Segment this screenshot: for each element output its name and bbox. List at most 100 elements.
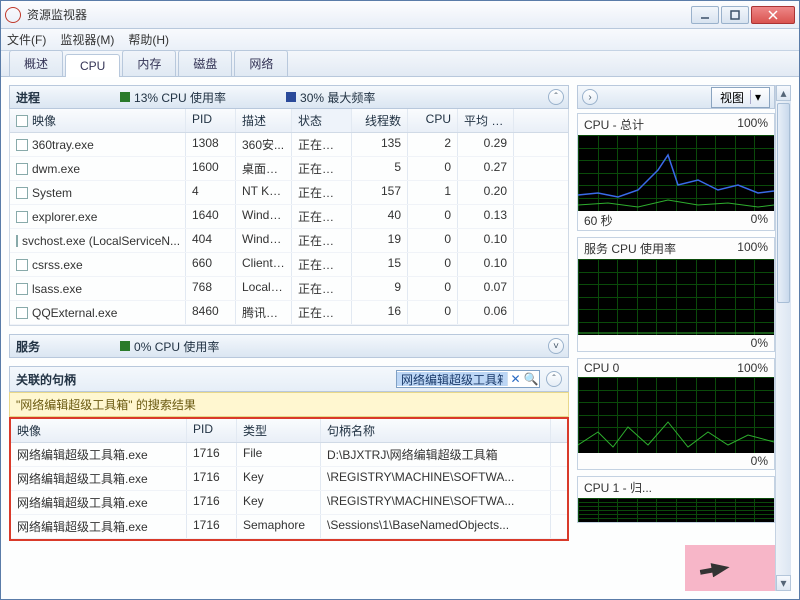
menu-file[interactable]: 文件(F) bbox=[7, 31, 46, 48]
hcol-type[interactable]: 类型 bbox=[237, 419, 321, 442]
table-row[interactable]: 360tray.exe1308360安...正在运行13520.29 bbox=[10, 133, 568, 157]
services-cpu-label: 0% CPU 使用率 bbox=[134, 338, 219, 355]
row-checkbox[interactable] bbox=[16, 187, 28, 199]
col-pid[interactable]: PID bbox=[186, 109, 236, 132]
cpu-chart: CPU 0 100% 0% bbox=[577, 358, 775, 470]
col-status[interactable]: 状态 bbox=[292, 109, 352, 132]
table-row[interactable]: 网络编辑超级工具箱.exe1716Semaphore\Sessions\1\Ba… bbox=[11, 515, 567, 539]
table-row[interactable]: dwm.exe1600桌面窗...正在运行500.27 bbox=[10, 157, 568, 181]
row-checkbox[interactable] bbox=[16, 307, 28, 319]
processes-collapse-button[interactable]: ˆ bbox=[548, 89, 564, 105]
watermark bbox=[685, 545, 775, 591]
handles-searchbox: ✕ 🔍 bbox=[396, 370, 540, 388]
view-button[interactable]: 视图 ▾ bbox=[711, 87, 770, 108]
chart-foot-left: 60 秒 bbox=[584, 212, 613, 229]
scroll-up-button[interactable]: ▴ bbox=[776, 85, 791, 101]
hcol-image[interactable]: 映像 bbox=[11, 419, 187, 442]
table-row[interactable]: 网络编辑超级工具箱.exe1716Key\REGISTRY\MACHINE\SO… bbox=[11, 491, 567, 515]
highlighted-results: 映像 PID 类型 句柄名称 网络编辑超级工具箱.exe1716FileD:\B… bbox=[9, 417, 569, 541]
window-title: 资源监视器 bbox=[27, 6, 691, 23]
handles-section: 关联的句柄 ✕ 🔍 ˆ "网络编辑超级工具箱" 的搜索结果 映像 PID bbox=[9, 366, 569, 541]
hcol-name[interactable]: 句柄名称 bbox=[321, 419, 551, 442]
handles-search-input[interactable] bbox=[397, 372, 507, 386]
search-icon[interactable]: 🔍 bbox=[523, 372, 539, 386]
cpu-chart: CPU - 总计 100% 60 秒 0% bbox=[577, 113, 775, 231]
chart-title: CPU 1 - 归... bbox=[584, 479, 652, 496]
menu-monitor[interactable]: 监视器(M) bbox=[60, 31, 114, 48]
row-checkbox[interactable] bbox=[16, 163, 28, 175]
resource-monitor-window: 资源监视器 文件(F) 监视器(M) 帮助(H) 概述 CPU 内存 磁盘 网络… bbox=[0, 0, 800, 600]
col-threads[interactable]: 线程数 bbox=[352, 109, 408, 132]
cpu-usage-label: 13% CPU 使用率 bbox=[134, 89, 226, 106]
table-row[interactable]: lsass.exe768Local S...正在运行900.07 bbox=[10, 277, 568, 301]
right-collapse-button[interactable]: › bbox=[582, 89, 598, 105]
row-checkbox[interactable] bbox=[16, 259, 28, 271]
table-row[interactable]: svchost.exe (LocalServiceN...404Windo...… bbox=[10, 229, 568, 253]
menu-help[interactable]: 帮助(H) bbox=[128, 31, 169, 48]
chart-title: CPU 0 bbox=[584, 361, 619, 375]
select-all-checkbox[interactable] bbox=[16, 115, 28, 127]
chart-foot-right: 0% bbox=[751, 212, 768, 229]
chart-max: 100% bbox=[737, 116, 768, 133]
tab-overview[interactable]: 概述 bbox=[9, 50, 63, 76]
chart-foot-right: 0% bbox=[751, 454, 768, 468]
tabbar: 概述 CPU 内存 磁盘 网络 bbox=[1, 51, 799, 77]
tab-network[interactable]: 网络 bbox=[234, 50, 288, 76]
processes-table: 映像 PID 描述 状态 线程数 CPU 平均 C... 360tray.exe… bbox=[9, 109, 569, 326]
chart-title: 服务 CPU 使用率 bbox=[584, 240, 676, 257]
hcol-pid[interactable]: PID bbox=[187, 419, 237, 442]
minimize-button[interactable] bbox=[691, 6, 719, 24]
row-checkbox[interactable] bbox=[16, 139, 28, 151]
row-checkbox[interactable] bbox=[16, 235, 18, 247]
search-result-label: "网络编辑超级工具箱" 的搜索结果 bbox=[9, 392, 569, 417]
col-cpu[interactable]: CPU bbox=[408, 109, 458, 132]
handles-title: 关联的句柄 bbox=[16, 371, 76, 388]
freq-label: 30% 最大频率 bbox=[300, 89, 375, 106]
col-image[interactable]: 映像 bbox=[10, 109, 186, 132]
maximize-button[interactable] bbox=[721, 6, 749, 24]
scroll-thumb[interactable] bbox=[777, 103, 790, 303]
right-pane: › 视图 ▾ CPU - 总计 100% 60 秒 0% 服务 CPU 使用率 100% 0… bbox=[577, 85, 775, 591]
chart-title: CPU - 总计 bbox=[584, 116, 644, 133]
services-header[interactable]: 服务 0% CPU 使用率 ˅ bbox=[9, 334, 569, 358]
table-row[interactable]: System4NT Ker...正在运行15710.20 bbox=[10, 181, 568, 205]
right-scrollbar[interactable]: ▴ ▾ bbox=[775, 85, 791, 591]
table-row[interactable]: QQExternal.exe8460腾讯Q...正在运行1600.06 bbox=[10, 301, 568, 325]
content-area: 进程 13% CPU 使用率 30% 最大频率 ˆ 映像 PID 描述 状态 线… bbox=[1, 77, 799, 599]
col-desc[interactable]: 描述 bbox=[236, 109, 292, 132]
clear-search-icon[interactable]: ✕ bbox=[507, 372, 523, 386]
tab-disk[interactable]: 磁盘 bbox=[178, 50, 232, 76]
processes-thead: 映像 PID 描述 状态 线程数 CPU 平均 C... bbox=[10, 109, 568, 133]
tab-cpu[interactable]: CPU bbox=[65, 54, 120, 77]
chart-max: 100% bbox=[737, 361, 768, 375]
freq-icon bbox=[286, 92, 296, 102]
table-row[interactable]: 网络编辑超级工具箱.exe1716Key\REGISTRY\MACHINE\SO… bbox=[11, 467, 567, 491]
left-pane: 进程 13% CPU 使用率 30% 最大频率 ˆ 映像 PID 描述 状态 线… bbox=[9, 85, 569, 591]
table-row[interactable]: 网络编辑超级工具箱.exe1716FileD:\BJXTRJ\网络编辑超级工具箱 bbox=[11, 443, 567, 467]
scroll-down-button[interactable]: ▾ bbox=[776, 575, 791, 591]
services-title: 服务 bbox=[16, 338, 40, 355]
close-button[interactable] bbox=[751, 6, 795, 24]
cpu-chart: 服务 CPU 使用率100%0% bbox=[577, 237, 775, 352]
table-row[interactable]: explorer.exe1640Windo...正在运行4000.13 bbox=[10, 205, 568, 229]
chart-max: 100% bbox=[737, 240, 768, 257]
titlebar[interactable]: 资源监视器 bbox=[1, 1, 799, 29]
handles-tbody: 网络编辑超级工具箱.exe1716FileD:\BJXTRJ\网络编辑超级工具箱… bbox=[11, 443, 567, 539]
col-avg[interactable]: 平均 C... bbox=[458, 109, 514, 132]
tab-memory[interactable]: 内存 bbox=[122, 50, 176, 76]
processes-header[interactable]: 进程 13% CPU 使用率 30% 最大频率 ˆ bbox=[9, 85, 569, 109]
services-cpu-icon bbox=[120, 341, 130, 351]
app-icon bbox=[5, 7, 21, 23]
processes-title: 进程 bbox=[16, 89, 40, 106]
handles-header: 关联的句柄 ✕ 🔍 ˆ bbox=[9, 366, 569, 392]
row-checkbox[interactable] bbox=[16, 211, 28, 223]
services-collapse-button[interactable]: ˅ bbox=[548, 338, 564, 354]
handles-collapse-button[interactable]: ˆ bbox=[546, 371, 562, 387]
menubar: 文件(F) 监视器(M) 帮助(H) bbox=[1, 29, 799, 51]
cpu-usage-icon bbox=[120, 92, 130, 102]
cpu-chart: CPU 1 - 归... bbox=[577, 476, 775, 523]
table-row[interactable]: csrss.exe660Client ...正在运行1500.10 bbox=[10, 253, 568, 277]
dropdown-icon: ▾ bbox=[750, 90, 761, 104]
row-checkbox[interactable] bbox=[16, 283, 28, 295]
right-pane-header: › 视图 ▾ bbox=[577, 85, 775, 109]
